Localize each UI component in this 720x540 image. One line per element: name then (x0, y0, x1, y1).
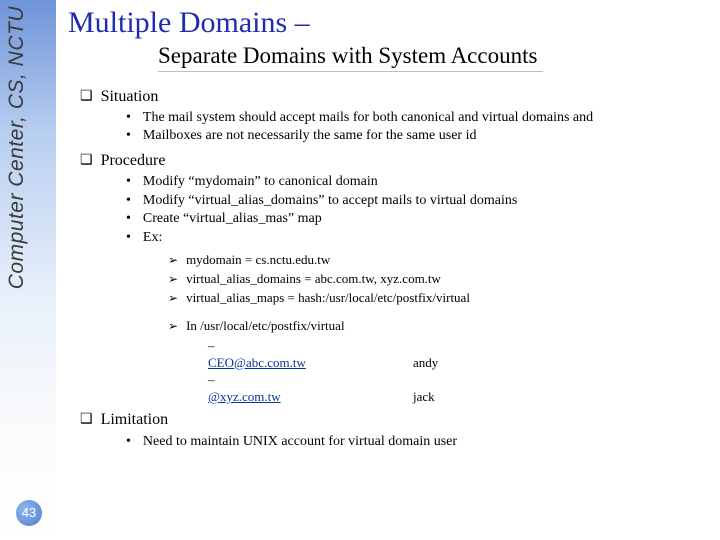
list-item: Modify “mydomain” to canonical domain (126, 173, 710, 191)
mapping-user: andy (413, 354, 438, 371)
virtual-mapping-list: CEO@abc.com.tw andy @xyz.com.tw jack (208, 337, 710, 406)
example-settings-list: mydomain = cs.nctu.edu.tw virtual_alias_… (168, 251, 710, 306)
email-link[interactable]: @xyz.com.tw (208, 389, 281, 404)
institution-text: Computer Center, CS, NCTU (5, 6, 28, 289)
content-area: Multiple Domains – Separate Domains with… (68, 6, 710, 455)
limitation-list: Need to maintain UNIX account for virtua… (126, 433, 710, 451)
slide-body: Situation The mail system should accept … (68, 86, 710, 452)
list-item: Modify “virtual_alias_domains” to accept… (126, 192, 710, 210)
list-item: mydomain = cs.nctu.edu.tw (168, 251, 710, 269)
list-item: CEO@abc.com.tw andy (208, 337, 710, 371)
procedure-list: Modify “mydomain” to canonical domain Mo… (126, 173, 710, 247)
list-item: Ex: (126, 229, 710, 247)
slide-title: Multiple Domains – (68, 6, 710, 41)
list-item: Create “virtual_alias_mas” map (126, 210, 710, 228)
slide: Computer Center, CS, NCTU 43 Multiple Do… (0, 0, 720, 540)
section-heading-situation: Situation (80, 86, 710, 107)
section-heading-limitation: Limitation (80, 409, 710, 430)
page-number-badge: 43 (16, 500, 42, 526)
list-item: virtual_alias_maps = hash:/usr/local/etc… (168, 289, 710, 307)
slide-subtitle: Separate Domains with System Accounts (158, 43, 543, 72)
mapping-user: jack (413, 388, 435, 405)
left-gradient-bar: Computer Center, CS, NCTU 43 (0, 0, 56, 540)
example-file-list: In /usr/local/etc/postfix/virtual (168, 317, 710, 335)
list-item: @xyz.com.tw jack (208, 371, 710, 405)
list-item: The mail system should accept mails for … (126, 109, 710, 127)
situation-list: The mail system should accept mails for … (126, 109, 710, 146)
email-link[interactable]: CEO@abc.com.tw (208, 355, 306, 370)
section-heading-procedure: Procedure (80, 150, 710, 171)
list-item: Mailboxes are not necessarily the same f… (126, 127, 710, 145)
list-item: Need to maintain UNIX account for virtua… (126, 433, 710, 451)
list-item: In /usr/local/etc/postfix/virtual (168, 317, 710, 335)
list-item: virtual_alias_domains = abc.com.tw, xyz.… (168, 270, 710, 288)
